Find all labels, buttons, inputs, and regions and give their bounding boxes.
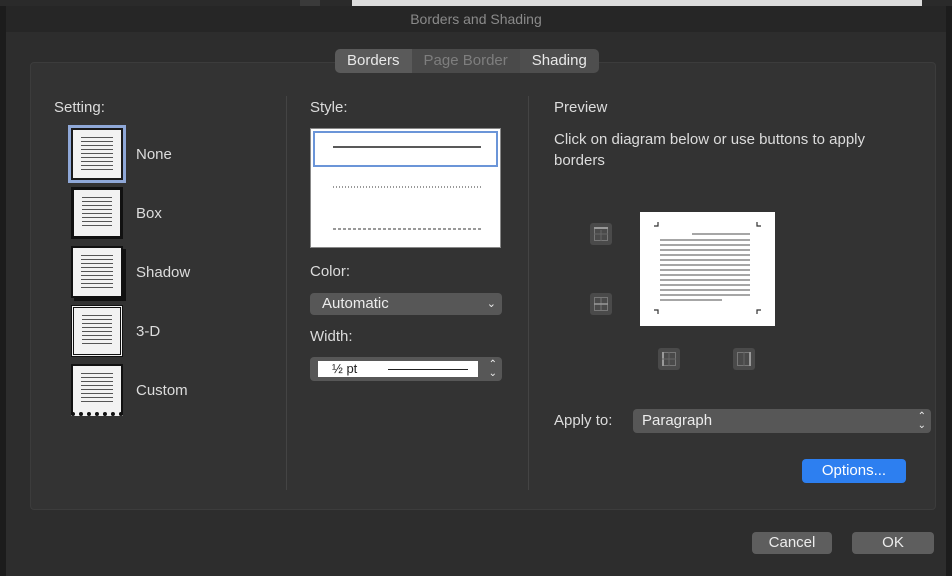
width-dropdown[interactable]: ½ pt ⌃ ⌄: [310, 357, 502, 381]
border-preview-diagram[interactable]: [640, 212, 775, 326]
inside-horizontal-border-button[interactable]: [590, 293, 612, 315]
setting-3d-label[interactable]: 3-D: [136, 323, 160, 340]
setting-box-label[interactable]: Box: [136, 205, 162, 222]
preview-heading: Preview: [554, 99, 608, 116]
border-box-icon[interactable]: [71, 187, 123, 239]
stepper-icon: ⌃ ⌄: [917, 411, 926, 431]
setting-shadow-label[interactable]: Shadow: [136, 264, 190, 281]
color-dropdown[interactable]: Automatic ⌄: [310, 293, 502, 315]
inside-border-icon: [594, 297, 608, 311]
chevron-down-icon: ⌄: [486, 298, 496, 310]
width-value: ½ pt: [332, 361, 358, 376]
top-border-icon: [594, 227, 608, 241]
top-border-button[interactable]: [590, 223, 612, 245]
setting-heading: Setting:: [54, 99, 105, 116]
apply-to-label: Apply to:: [554, 412, 613, 429]
stepper-icon: ⌃ ⌄: [488, 359, 497, 379]
column-divider: [528, 96, 529, 490]
setting-none-label[interactable]: None: [136, 146, 172, 163]
right-border-icon: [737, 352, 751, 366]
tab-page-border: Page Border: [411, 49, 520, 73]
border-none-icon[interactable]: [68, 125, 126, 183]
style-heading: Style:: [310, 99, 348, 116]
preview-instructions: Click on diagram below or use buttons to…: [554, 131, 866, 169]
tab-shading[interactable]: Shading: [519, 49, 599, 73]
tab-borders[interactable]: Borders: [335, 49, 412, 73]
window-title: Borders and Shading: [6, 6, 946, 32]
border-custom-icon[interactable]: [71, 364, 123, 416]
apply-to-value: Paragraph: [642, 412, 713, 429]
width-line-sample: [388, 369, 468, 370]
border-3d-icon[interactable]: [71, 305, 123, 357]
right-border-button[interactable]: [733, 348, 755, 370]
cancel-button[interactable]: Cancel: [752, 532, 832, 554]
ok-button[interactable]: OK: [852, 532, 934, 554]
style-selection-highlight: [313, 131, 498, 167]
setting-custom-label[interactable]: Custom: [136, 382, 188, 399]
tab-bar: Borders Page Border Shading: [335, 49, 599, 73]
column-divider: [286, 96, 287, 490]
border-shadow-icon[interactable]: [71, 246, 123, 298]
width-heading: Width:: [310, 328, 353, 345]
apply-to-dropdown[interactable]: Paragraph ⌃ ⌄: [633, 409, 931, 433]
left-border-icon: [662, 352, 676, 366]
width-preview: ½ pt: [318, 361, 478, 377]
options-button[interactable]: Options...: [802, 459, 906, 483]
color-value: Automatic: [322, 295, 389, 312]
color-heading: Color:: [310, 263, 351, 280]
left-border-button[interactable]: [658, 348, 680, 370]
